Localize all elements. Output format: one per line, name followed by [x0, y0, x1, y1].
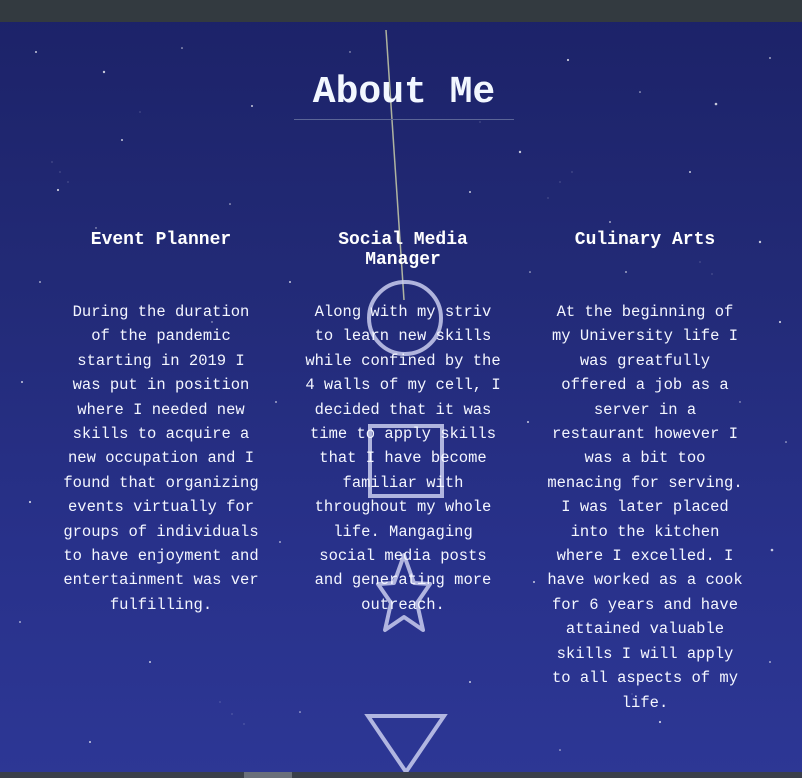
section-event-planner: Event Planner During the duration of the… — [61, 230, 261, 617]
section-heading: Social Media Manager — [338, 230, 468, 270]
section-body: At the beginning of my University life I… — [547, 303, 743, 712]
section-body: Along with my striv to learn new skills … — [305, 303, 501, 614]
title-divider — [294, 119, 514, 120]
browser-top-bar — [0, 0, 802, 22]
page-title: About Me — [312, 71, 496, 114]
section-heading: Event Planner — [90, 230, 232, 250]
section-culinary-arts: Culinary Arts At the beginning of my Uni… — [545, 230, 745, 715]
section-social-media-manager: Social Media Manager Along with my striv… — [303, 230, 503, 617]
section-heading: Culinary Arts — [574, 230, 716, 250]
scrollbar-thumb[interactable] — [244, 772, 292, 778]
horizontal-scrollbar[interactable] — [0, 772, 802, 778]
section-body: During the duration of the pandemic star… — [63, 303, 259, 614]
